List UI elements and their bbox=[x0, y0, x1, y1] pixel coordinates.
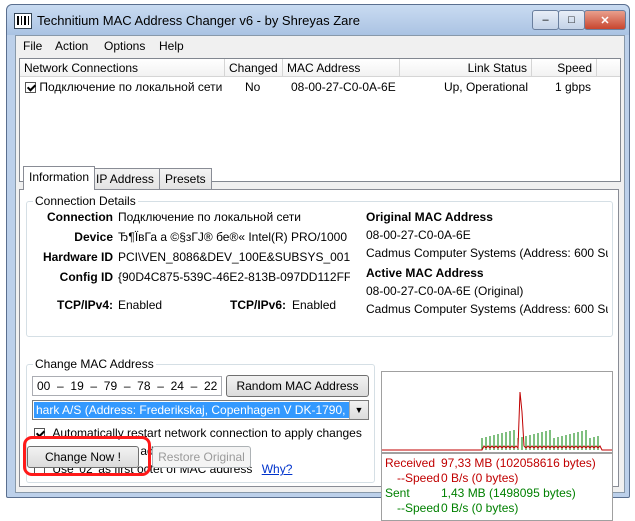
connections-list[interactable]: Network Connections Changed MAC Address … bbox=[19, 58, 621, 182]
row-speed: 1 gbps bbox=[554, 80, 591, 94]
chevron-down-icon[interactable]: ▼ bbox=[349, 401, 368, 419]
column-header-mac[interactable]: MAC Address bbox=[283, 59, 400, 77]
mac-octet-2[interactable]: 19 bbox=[70, 379, 83, 393]
traffic-graph bbox=[381, 371, 613, 453]
column-header-link-status[interactable]: Link Status bbox=[400, 59, 532, 77]
tcpipv6-label: TCP/IPv6: bbox=[229, 298, 286, 312]
mac-separator: – bbox=[157, 379, 164, 393]
config-id-value: {90D4C875-539C-46E2-813B-097DD112FF98} bbox=[118, 270, 350, 284]
device-label: Device bbox=[74, 230, 113, 244]
row-changed: No bbox=[245, 80, 261, 94]
client-area: File Action Options Help Network Connect… bbox=[15, 35, 625, 521]
received-value: 97,33 MB (102058616 bytes) bbox=[441, 456, 596, 470]
menu-file[interactable]: File bbox=[23, 39, 42, 53]
column-header-filler bbox=[597, 59, 620, 77]
device-value: Ђ¶ЇвГа а ©§зГЈ® бе®« Intel(R) PRO/1000 M… bbox=[118, 230, 348, 244]
title-bar[interactable]: Technitium MAC Address Changer v6 - by S… bbox=[7, 5, 629, 35]
maximize-icon: □ bbox=[568, 14, 575, 26]
minimize-icon: – bbox=[542, 14, 549, 26]
mac-separator: – bbox=[57, 379, 64, 393]
sent-speed-value: 0 B/s (0 bytes) bbox=[441, 501, 519, 515]
random-mac-button[interactable]: Random MAC Address bbox=[226, 375, 369, 397]
column-header-speed[interactable]: Speed bbox=[532, 59, 597, 77]
vendor-select[interactable]: hark A/S (Address: Frederikskaj, Copenha… bbox=[32, 400, 369, 420]
tcpipv4-label: TCP/IPv4: bbox=[56, 298, 113, 312]
active-mac-title: Active MAC Address bbox=[366, 266, 484, 280]
mac-octet-1[interactable]: 00 bbox=[37, 379, 50, 393]
menu-bar: File Action Options Help bbox=[16, 36, 624, 56]
hardware-id-value: PCI\VEN_8086&DEV_100E&SUBSYS_001E8086 bbox=[118, 250, 350, 264]
original-mac-value: 08-00-27-C0-0A-6E bbox=[366, 228, 471, 242]
row-connection-cell: Подключение по локальной сети bbox=[25, 79, 225, 95]
close-button[interactable]: ✕ bbox=[584, 10, 626, 30]
connection-details-label: Connection Details bbox=[33, 194, 138, 208]
row-checkbox[interactable] bbox=[25, 82, 36, 93]
mac-separator: – bbox=[123, 379, 131, 393]
column-header-changed[interactable]: Changed bbox=[225, 59, 283, 77]
tcpipv6-value: Enabled bbox=[292, 298, 337, 312]
traffic-graph-svg bbox=[382, 391, 612, 451]
tab-ip-address[interactable]: IP Address bbox=[90, 168, 160, 189]
highlight-annotation bbox=[23, 436, 151, 476]
config-id-label: Config ID bbox=[59, 270, 113, 284]
recv-speed-value: 0 B/s (0 bytes) bbox=[441, 471, 519, 485]
menu-options[interactable]: Options bbox=[104, 39, 145, 53]
menu-action[interactable]: Action bbox=[55, 39, 88, 53]
restore-original-button[interactable]: Restore Original bbox=[152, 446, 251, 468]
hardware-id-label: Hardware ID bbox=[42, 250, 113, 264]
vendor-selected-text: hark A/S (Address: Frederikskaj, Copenha… bbox=[34, 402, 349, 418]
app-window: Technitium MAC Address Changer v6 - by S… bbox=[6, 4, 630, 521]
tab-presets[interactable]: Presets bbox=[159, 168, 212, 189]
original-mac-title: Original MAC Address bbox=[366, 210, 493, 224]
mac-octet-3[interactable]: 79 bbox=[104, 379, 117, 393]
sent-speed-label: --Speed bbox=[397, 501, 440, 515]
column-header-connections[interactable]: Network Connections bbox=[20, 59, 225, 77]
active-mac-vendor: Cadmus Computer Systems (Address: 600 Su… bbox=[366, 302, 608, 316]
active-mac-value: 08-00-27-C0-0A-6E (Original) bbox=[366, 284, 524, 298]
window-title: Technitium MAC Address Changer v6 - by S… bbox=[37, 13, 360, 28]
why-link[interactable]: Why? bbox=[262, 462, 293, 476]
original-mac-vendor: Cadmus Computer Systems (Address: 600 Su… bbox=[366, 246, 608, 260]
maximize-button[interactable]: □ bbox=[558, 10, 585, 30]
traffic-stats: Received 97,33 MB (102058616 bytes) --Sp… bbox=[381, 453, 613, 521]
minimize-button[interactable]: – bbox=[532, 10, 559, 30]
connection-value: Подключение по локальной сети bbox=[118, 210, 301, 224]
mac-separator: – bbox=[190, 379, 198, 393]
menu-help[interactable]: Help bbox=[159, 39, 184, 53]
tcpipv4-value: Enabled bbox=[118, 298, 163, 312]
mac-octet-4[interactable]: 78 bbox=[137, 379, 150, 393]
received-label: Received bbox=[385, 456, 436, 470]
change-mac-label: Change MAC Address bbox=[33, 357, 156, 371]
mac-address-input[interactable]: 00 – 19 – 79 – 78 – 24 – 22 bbox=[32, 376, 222, 396]
app-icon bbox=[14, 13, 32, 29]
sent-label: Sent bbox=[385, 486, 410, 500]
mac-octet-5[interactable]: 24 bbox=[171, 379, 184, 393]
row-link-status: Up, Operational bbox=[443, 80, 528, 94]
row-connection-name: Подключение по локальной сети bbox=[39, 80, 223, 94]
mac-separator: – bbox=[90, 379, 98, 393]
tab-information[interactable]: Information bbox=[23, 166, 96, 190]
row-mac: 08-00-27-C0-0A-6E bbox=[291, 80, 396, 94]
sent-value: 1,43 MB (1498095 bytes) bbox=[441, 486, 576, 500]
connection-label: Connection bbox=[47, 210, 113, 224]
mac-octet-6[interactable]: 22 bbox=[204, 379, 217, 393]
close-icon: ✕ bbox=[600, 14, 610, 27]
recv-speed-label: --Speed bbox=[397, 471, 440, 485]
